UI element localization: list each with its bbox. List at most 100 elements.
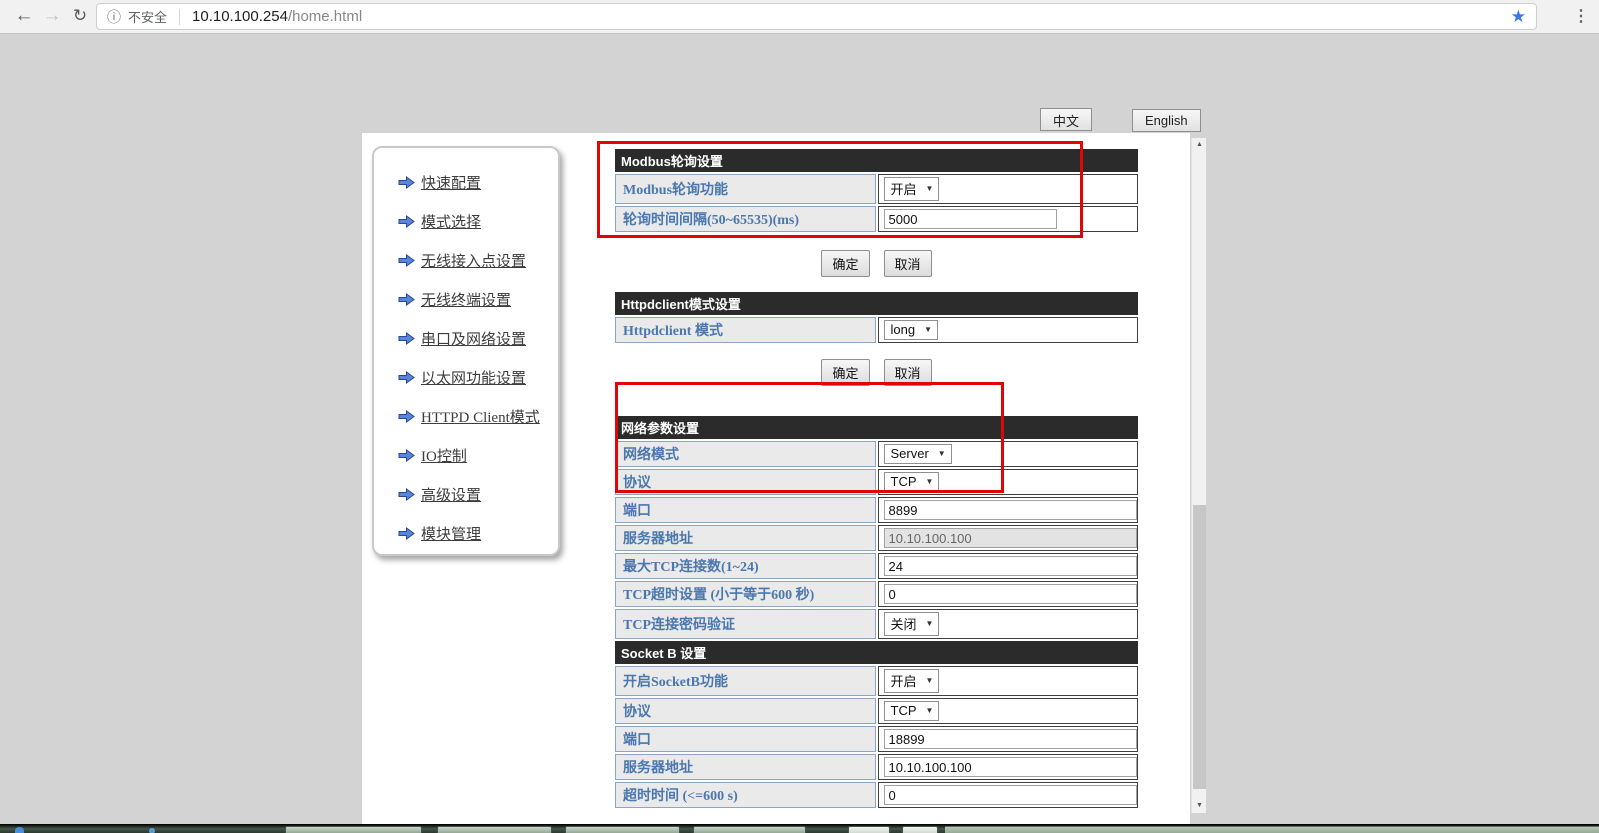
- field-label: 端口: [615, 726, 876, 752]
- modbus-poll-select[interactable]: 开启 ▼: [884, 177, 940, 201]
- sidebar-item-ethernet[interactable]: 以太网功能设置: [398, 365, 558, 389]
- section-header-socketb: Socket B 设置: [615, 641, 1138, 664]
- security-label: 不安全: [128, 7, 167, 26]
- browser-toolbar: ← → ↻ ⓘ 不安全 10.10.100.254 /home.html ★ ⋮: [0, 0, 1599, 34]
- info-icon[interactable]: ⓘ: [107, 7, 121, 27]
- url-path: /home.html: [288, 8, 362, 25]
- bookmark-star-icon[interactable]: ★: [1511, 7, 1526, 27]
- menu-arrow-icon: [398, 449, 415, 462]
- cancel-button[interactable]: 取消: [884, 359, 932, 386]
- browser-menu-icon[interactable]: ⋮: [1569, 5, 1593, 29]
- tcp-timeout-input[interactable]: [884, 584, 1137, 604]
- sidebar-item-io-control[interactable]: IO控制: [398, 443, 558, 467]
- sidebar-item-sta-settings[interactable]: 无线终端设置: [398, 287, 558, 311]
- table-row: 服务器地址: [615, 754, 1138, 780]
- socketb-protocol-select[interactable]: TCP ▼: [884, 701, 940, 721]
- field-label: 超时时间 (<=600 s): [615, 782, 876, 808]
- sidebar-item-quick-config[interactable]: 快速配置: [398, 170, 558, 194]
- protocol-select[interactable]: TCP ▼: [884, 472, 940, 492]
- dropdown-arrow-icon: ▼: [926, 477, 934, 486]
- sidebar-item-label: 串口及网络设置: [421, 328, 526, 349]
- cancel-button[interactable]: 取消: [884, 250, 932, 277]
- field-label: Httpdclient 模式: [615, 317, 876, 343]
- select-value: long: [891, 322, 916, 337]
- field-label: 协议: [615, 469, 876, 495]
- modbus-settings-table: Modbus轮询设置 Modbus轮询功能 开启 ▼ 轮询时间间隔(50~655…: [613, 147, 1140, 234]
- field-label: TCP超时设置 (小于等于600 秒): [615, 581, 876, 607]
- port-input[interactable]: [884, 500, 1137, 520]
- menu-arrow-icon: [398, 332, 415, 345]
- reload-icon[interactable]: ↻: [66, 2, 94, 30]
- sidebar-item-httpd-client[interactable]: HTTPD Client模式: [398, 404, 558, 428]
- language-chinese-button[interactable]: 中文: [1040, 108, 1092, 131]
- address-bar[interactable]: ⓘ 不安全 10.10.100.254 /home.html ★: [96, 3, 1537, 30]
- sidebar-item-serial-network[interactable]: 串口及网络设置: [398, 326, 558, 350]
- select-value: 开启: [891, 179, 917, 198]
- table-row: Httpdclient 模式 long ▼: [615, 317, 1138, 343]
- table-row: 开启SocketB功能 开启 ▼: [615, 666, 1138, 696]
- taskbar-button[interactable]: [565, 826, 680, 833]
- table-row: 协议 TCP ▼: [615, 698, 1138, 724]
- sidebar-item-label: 无线接入点设置: [421, 250, 526, 271]
- menu-arrow-icon: [398, 215, 415, 228]
- dropdown-arrow-icon: ▼: [926, 619, 934, 628]
- sidebar-item-advanced[interactable]: 高级设置: [398, 482, 558, 506]
- scroll-down-icon[interactable]: ▼: [1192, 799, 1207, 813]
- table-row: TCP超时设置 (小于等于600 秒): [615, 581, 1138, 607]
- menu-arrow-icon: [398, 488, 415, 501]
- poll-interval-input[interactable]: [884, 209, 1057, 229]
- socketb-port-input[interactable]: [884, 729, 1137, 749]
- httpdclient-mode-select[interactable]: long ▼: [884, 320, 939, 340]
- taskbar-active-segment[interactable]: [945, 826, 1599, 833]
- language-english-button[interactable]: English: [1132, 109, 1201, 132]
- menu-arrow-icon: [398, 527, 415, 540]
- scrollbar-thumb[interactable]: [1193, 505, 1206, 789]
- table-row: TCP连接密码验证 关闭 ▼: [615, 609, 1138, 639]
- section-header-modbus: Modbus轮询设置: [615, 149, 1138, 172]
- network-mode-select[interactable]: Server ▼: [884, 444, 952, 464]
- scroll-up-icon[interactable]: ▲: [1192, 138, 1207, 152]
- server-address-input: [884, 528, 1137, 548]
- field-label: 最大TCP连接数(1~24): [615, 553, 876, 579]
- address-separator: [179, 9, 180, 25]
- taskbar-button[interactable]: [902, 826, 938, 833]
- sidebar-item-label: 高级设置: [421, 484, 481, 505]
- dropdown-arrow-icon: ▼: [926, 706, 934, 715]
- select-value: 关闭: [891, 614, 917, 633]
- confirm-button[interactable]: 确定: [821, 250, 869, 277]
- start-button-glimpse[interactable]: [15, 827, 24, 833]
- dropdown-arrow-icon: ▼: [926, 184, 934, 193]
- socketb-enable-select[interactable]: 开启 ▼: [884, 669, 940, 693]
- field-label: Modbus轮询功能: [615, 174, 876, 204]
- table-row: 服务器地址: [615, 525, 1138, 551]
- socketb-server-address-input[interactable]: [884, 757, 1137, 777]
- socketb-timeout-input[interactable]: [884, 785, 1137, 805]
- sidebar-menu: 快速配置 模式选择 无线接入点设置 无线终端设置 串口及网络设置: [372, 146, 560, 556]
- max-tcp-connections-input[interactable]: [884, 556, 1137, 576]
- sidebar-item-label: 模式选择: [421, 211, 481, 232]
- sidebar-item-mode-select[interactable]: 模式选择: [398, 209, 558, 233]
- confirm-button[interactable]: 确定: [821, 359, 869, 386]
- taskbar-button[interactable]: [848, 826, 890, 833]
- dropdown-arrow-icon: ▼: [924, 325, 932, 334]
- taskbar-button[interactable]: [285, 826, 422, 833]
- table-row: 端口: [615, 497, 1138, 523]
- back-icon[interactable]: ←: [10, 2, 38, 30]
- field-label: 服务器地址: [615, 525, 876, 551]
- tcp-password-select[interactable]: 关闭 ▼: [884, 612, 940, 636]
- menu-arrow-icon: [398, 410, 415, 423]
- taskbar: [0, 824, 1599, 833]
- forward-icon[interactable]: →: [38, 2, 66, 30]
- url-host: 10.10.100.254: [192, 8, 288, 25]
- table-row: Modbus轮询功能 开启 ▼: [615, 174, 1138, 204]
- frame-scrollbar[interactable]: ▲ ▼: [1191, 138, 1206, 813]
- taskbar-button[interactable]: [437, 826, 552, 833]
- section-header-httpdclient: Httpdclient模式设置: [615, 292, 1138, 315]
- dropdown-arrow-icon: ▼: [938, 449, 946, 458]
- table-row: 超时时间 (<=600 s): [615, 782, 1138, 808]
- sidebar-item-module-management[interactable]: 模块管理: [398, 521, 558, 545]
- taskbar-button[interactable]: [693, 826, 806, 833]
- sidebar-item-ap-settings[interactable]: 无线接入点设置: [398, 248, 558, 272]
- field-label: 开启SocketB功能: [615, 666, 876, 696]
- field-label: 协议: [615, 698, 876, 724]
